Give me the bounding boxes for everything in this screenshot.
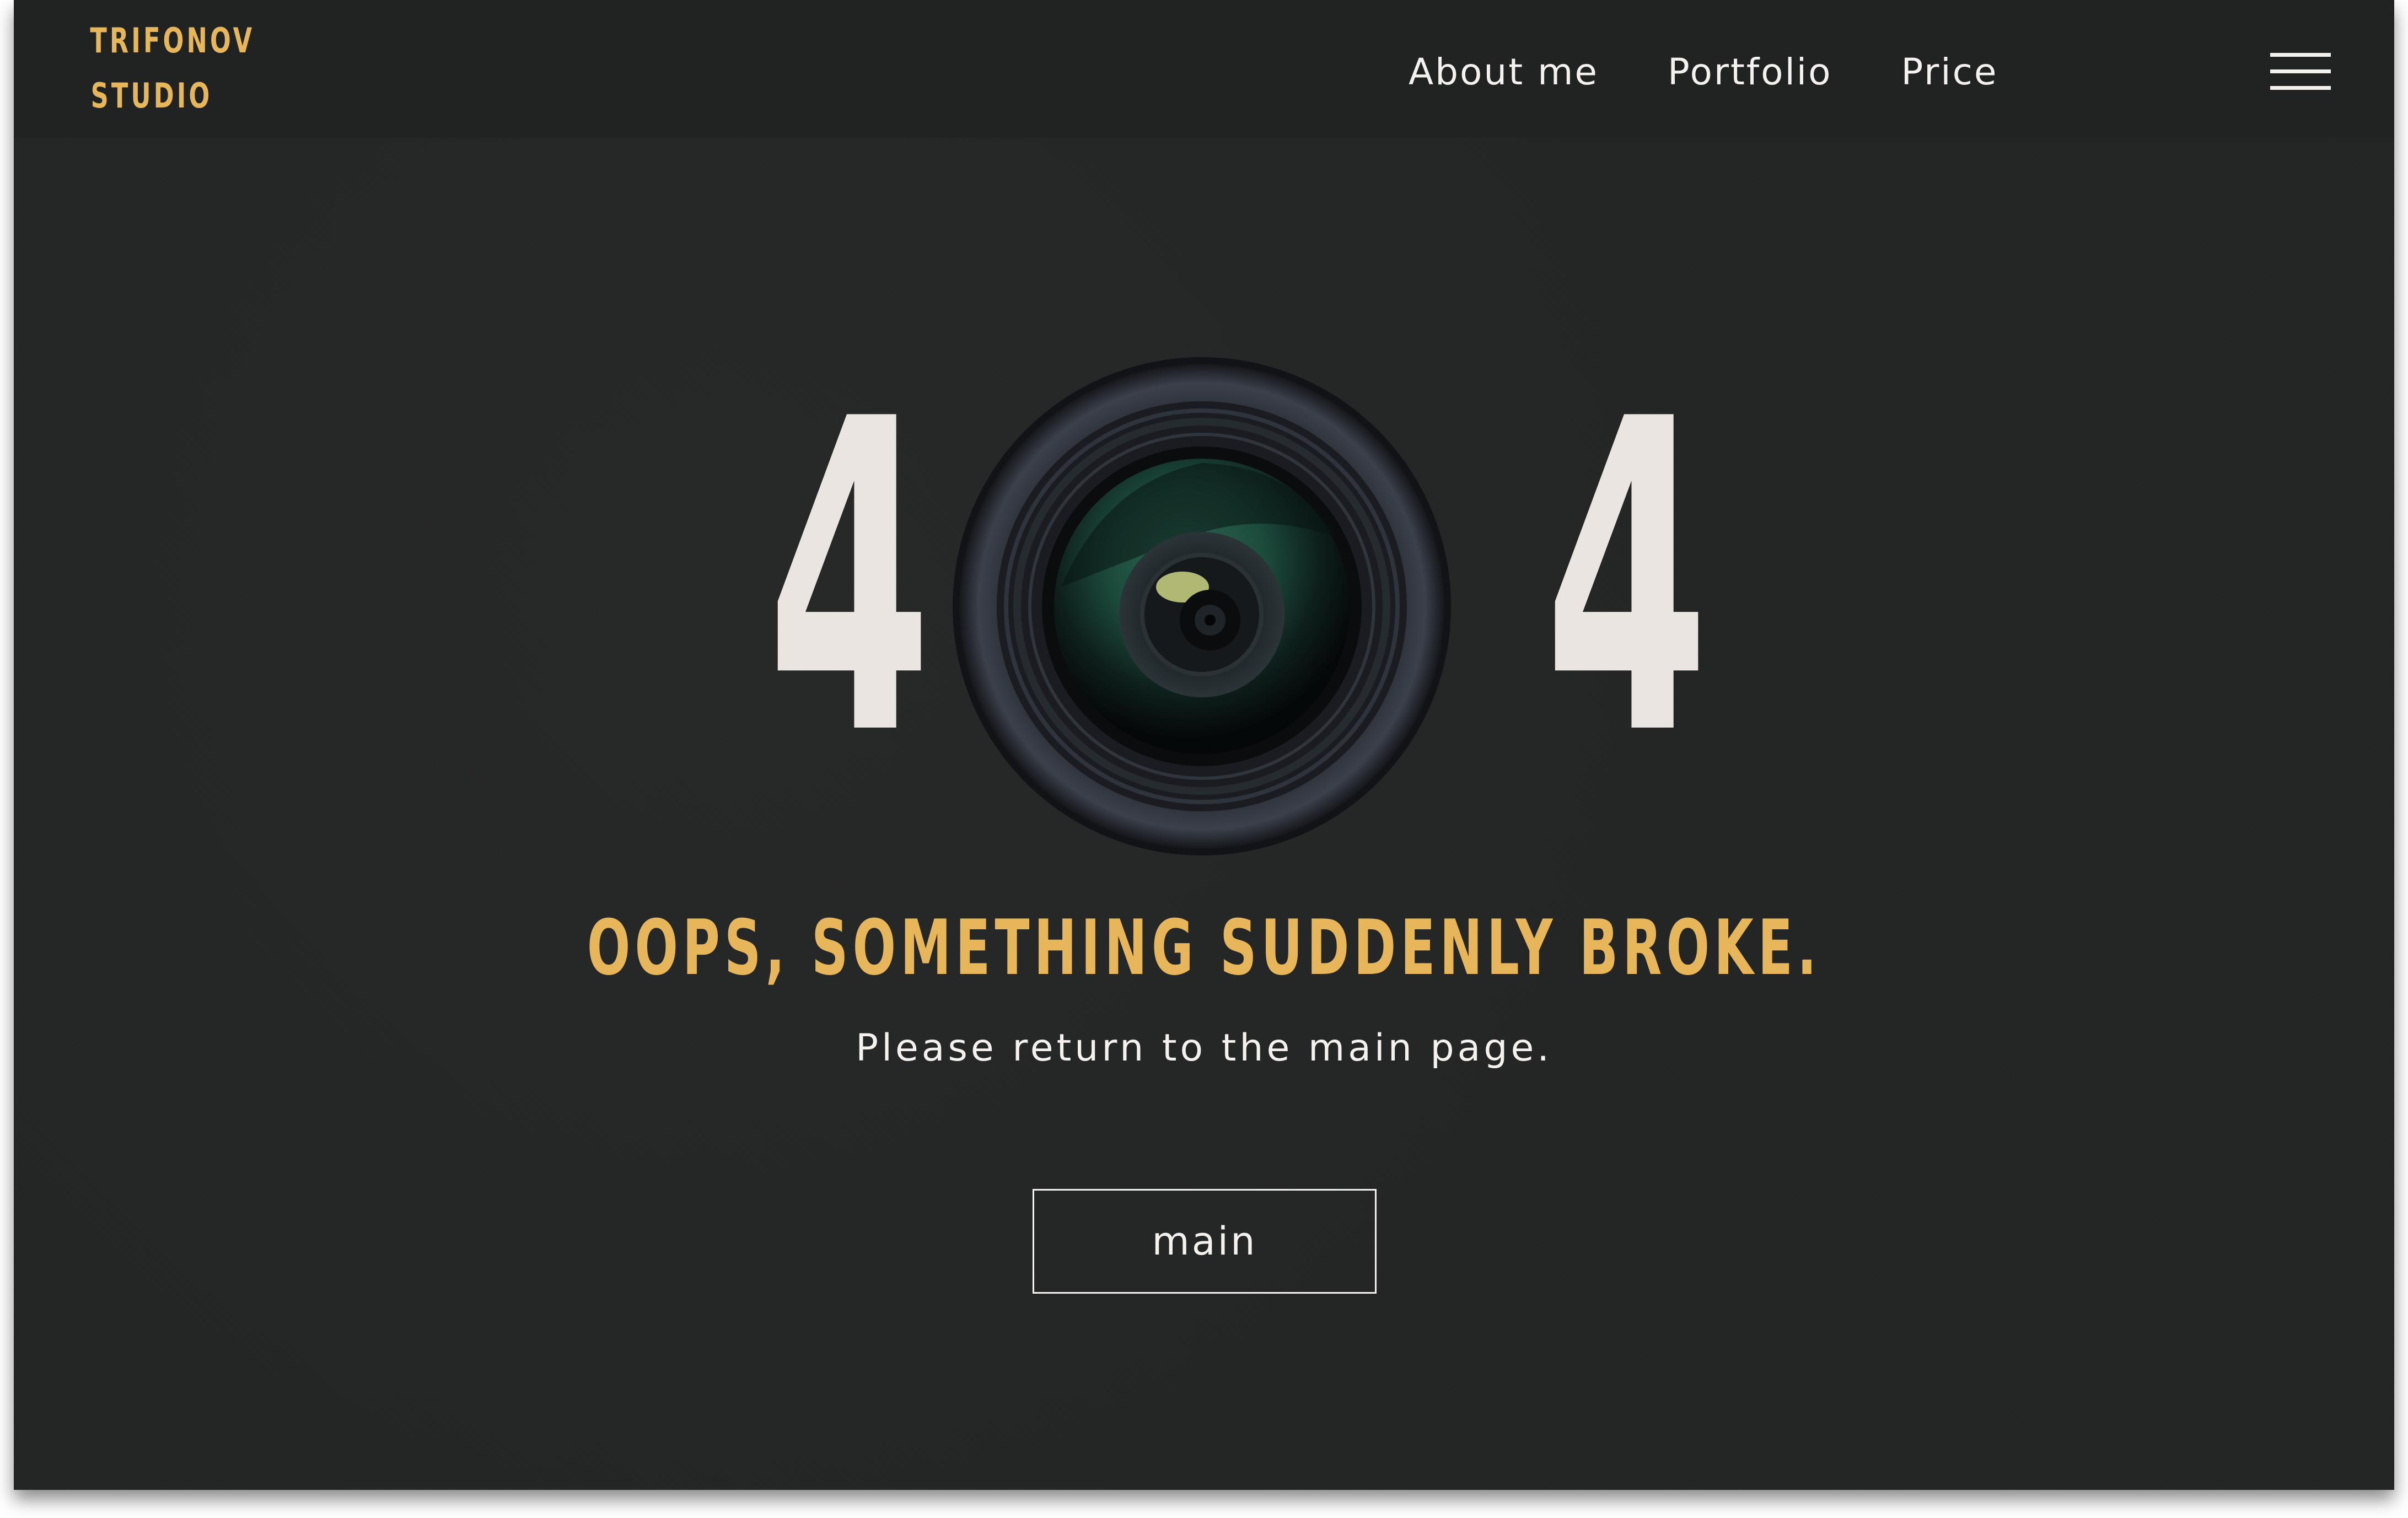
menu-bar (2270, 69, 2331, 73)
main-page-button[interactable]: main (1033, 1189, 1377, 1294)
logo-line-2: STUDIO (90, 76, 213, 116)
error-headline: OOPS, SOMETHING SUDDENLY BROKE. (587, 903, 1821, 992)
site-header: TRIFONOV STUDIO About me Portfolio Price (14, 0, 2394, 138)
nav-portfolio[interactable]: Portfolio (1668, 51, 1832, 93)
logo-line-1: TRIFONOV (90, 20, 255, 61)
error-digit-left: 4 (767, 329, 932, 829)
error-digit-right: 4 (1544, 329, 1710, 829)
studio-logo[interactable]: TRIFONOV STUDIO (90, 13, 255, 123)
error-message: Please return to the main page. (856, 1026, 1552, 1070)
nav-about-me[interactable]: About me (1409, 51, 1599, 93)
nav-price[interactable]: Price (1901, 51, 1998, 93)
camera-lens-image (953, 357, 1451, 855)
menu-bar (2270, 53, 2331, 57)
menu-bar (2270, 86, 2331, 90)
hamburger-menu-icon[interactable] (2270, 53, 2331, 90)
main-nav: About me Portfolio Price (1409, 44, 1998, 99)
error-page: TRIFONOV STUDIO About me Portfolio Price… (14, 0, 2394, 1490)
